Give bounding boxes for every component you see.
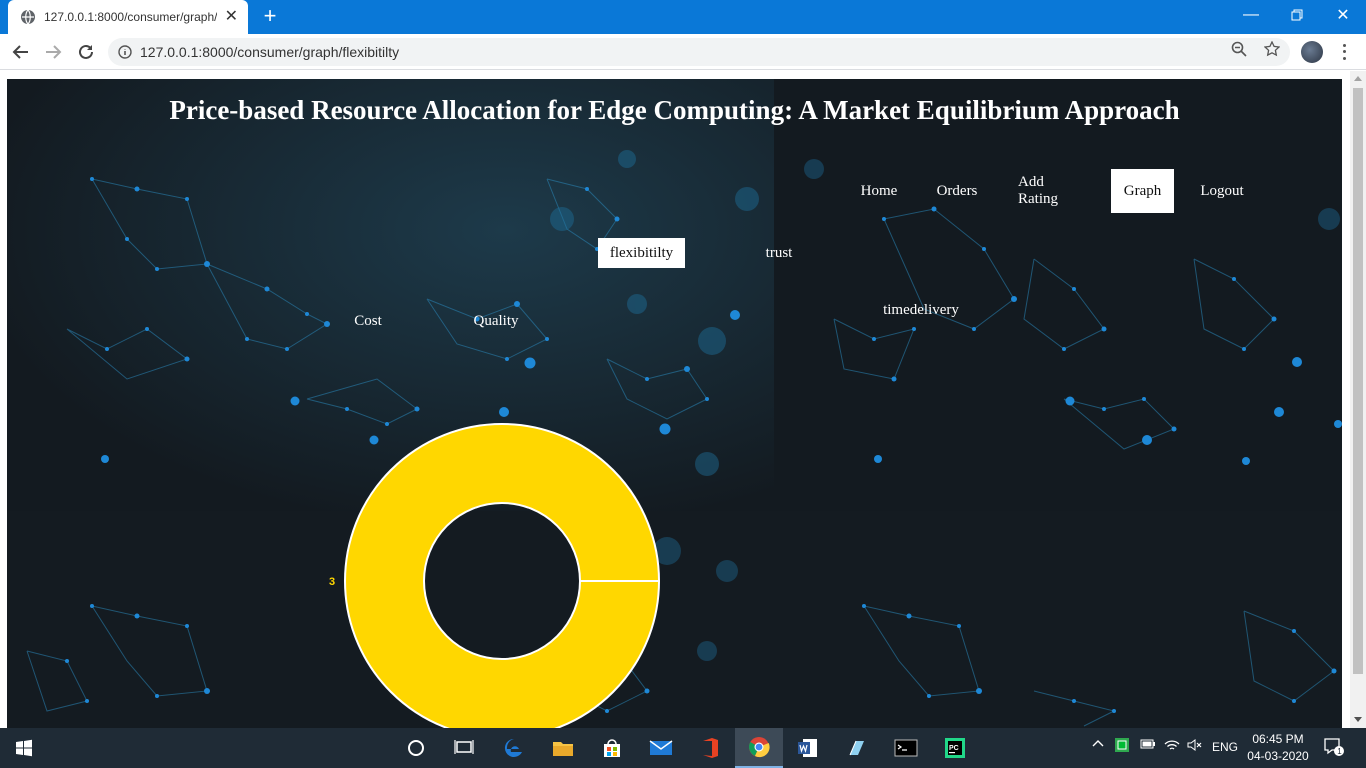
mail-icon[interactable] [637, 728, 685, 768]
globe-icon [21, 9, 35, 25]
tab-strip: 127.0.0.1:8000/consumer/graph/f ✕ + — ✕ [0, 0, 1366, 34]
criteria-trust[interactable]: trust [755, 238, 803, 268]
chrome-icon[interactable] [735, 728, 783, 768]
pycharm-icon[interactable]: PC [931, 728, 979, 768]
url-text: 127.0.0.1:8000/consumer/graph/flexibitil… [140, 44, 400, 60]
edge-icon[interactable] [490, 728, 538, 768]
svg-text:PC: PC [949, 745, 959, 752]
page-viewport: Price-based Resource Allocation for Edge… [0, 71, 1366, 728]
task-view-icon[interactable] [440, 728, 488, 768]
file-explorer-icon[interactable] [539, 728, 587, 768]
address-bar[interactable]: 127.0.0.1:8000/consumer/graph/flexibitil… [108, 38, 1290, 66]
restore-icon[interactable] [1274, 0, 1320, 30]
scroll-down-icon[interactable] [1354, 717, 1362, 722]
page-scrollbar[interactable] [1350, 71, 1366, 728]
zoom-icon[interactable] [1230, 40, 1248, 58]
nav-orders[interactable]: Orders [922, 169, 992, 213]
show-hidden-icons[interactable] [1092, 738, 1104, 753]
criteria-cost[interactable]: Cost [344, 306, 392, 336]
info-icon[interactable] [118, 45, 132, 59]
wifi-icon[interactable] [1164, 738, 1180, 755]
page-background: Price-based Resource Allocation for Edge… [7, 79, 1342, 728]
notification-center-icon[interactable]: 1 [1323, 737, 1345, 760]
browser-toolbar: 127.0.0.1:8000/consumer/graph/flexibitil… [0, 34, 1366, 70]
donut-slice[interactable] [343, 423, 661, 728]
cmd-icon[interactable] [882, 728, 930, 768]
notification-count: 1 [1337, 747, 1342, 756]
nav-graph[interactable]: Graph [1111, 169, 1174, 213]
tab-title: 127.0.0.1:8000/consumer/graph/f [44, 10, 217, 24]
volume-muted-icon[interactable] [1187, 738, 1203, 755]
word-icon[interactable] [784, 728, 832, 768]
reload-icon[interactable] [74, 40, 98, 64]
battery-icon[interactable] [1140, 738, 1156, 753]
tray-app-icon[interactable] [1114, 737, 1130, 756]
start-icon[interactable] [0, 728, 48, 768]
criteria-quality[interactable]: Quality [465, 306, 527, 336]
nav-add-rating[interactable]: Add Rating [1004, 169, 1096, 213]
notepad-icon[interactable] [833, 728, 881, 768]
page-title: Price-based Resource Allocation for Edge… [169, 95, 1180, 125]
nav-logout[interactable]: Logout [1187, 169, 1257, 213]
windows-taskbar: PC ENG 06:45 PM 04-03-2020 1 [0, 728, 1366, 768]
new-tab-button[interactable]: + [258, 5, 282, 29]
chrome-menu-icon[interactable] [1336, 42, 1352, 62]
clock-date: 04-03-2020 [1247, 749, 1309, 763]
store-icon[interactable] [588, 728, 636, 768]
criteria-flexibitilty[interactable]: flexibitilty [598, 238, 685, 268]
scroll-up-icon[interactable] [1354, 76, 1362, 81]
network-background-tile [774, 79, 1342, 511]
close-tab-icon[interactable]: ✕ [225, 9, 238, 25]
close-window-icon[interactable]: ✕ [1320, 0, 1366, 30]
profile-avatar[interactable] [1301, 41, 1323, 63]
office-icon[interactable] [686, 728, 734, 768]
donut-slice-label: 3 [329, 576, 335, 588]
network-background-tile [774, 511, 1342, 728]
minimize-icon[interactable]: — [1228, 0, 1274, 30]
cortana-icon[interactable] [392, 728, 440, 768]
browser-tab[interactable]: 127.0.0.1:8000/consumer/graph/f ✕ [8, 0, 248, 34]
scroll-thumb[interactable] [1353, 88, 1363, 674]
bookmark-star-icon[interactable] [1263, 40, 1281, 58]
doughnut-chart: 3 [329, 423, 661, 728]
language-indicator[interactable]: ENG [1212, 740, 1238, 754]
nav-home[interactable]: Home [848, 169, 910, 213]
clock-time: 06:45 PM [1252, 732, 1304, 746]
forward-icon[interactable] [41, 40, 65, 64]
criteria-timedelivery[interactable]: timedelivery [875, 295, 967, 325]
back-icon[interactable] [9, 40, 33, 64]
clock[interactable]: 06:45 PM 04-03-2020 [1238, 731, 1318, 765]
